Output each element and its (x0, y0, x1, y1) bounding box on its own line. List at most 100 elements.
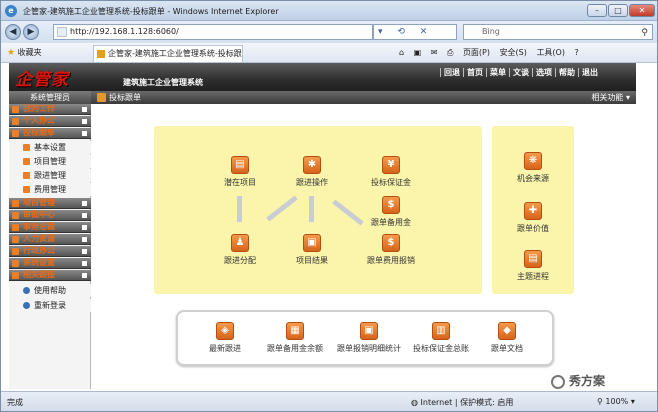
app-logo: 企管家 (15, 70, 69, 90)
sidebar-group-approval[interactable]: 审批中心 (9, 210, 91, 221)
user-icon (23, 302, 30, 309)
main-content: ▤ 潜在项目 ✱ 跟进操作 ¥ 投标保证金 $ 跟单备用金 ♟ 跟进分配 ▣ 项目结果 $ 跟… (92, 104, 636, 389)
flow-node-assignment[interactable]: ♟ 跟进分配 (205, 234, 275, 266)
minimize-button[interactable]: – (587, 4, 607, 17)
sidebar-group-projects[interactable]: 项目管理 (9, 198, 91, 209)
latest-icon: ◈ (216, 322, 234, 340)
side-node-theme-progress[interactable]: ▤ 主题进程 (498, 250, 568, 282)
status-text: 完成 (7, 398, 23, 407)
node-label: 跟进分配 (224, 256, 256, 265)
feeds-icon[interactable]: ▣ (414, 48, 422, 57)
mail-icon[interactable]: ✉ (431, 48, 438, 57)
sidebar-group-label: 我的工作 (23, 104, 55, 113)
sidebar-group-system[interactable]: 系统设置 (9, 258, 91, 269)
menu-options[interactable]: 选项 (532, 68, 555, 77)
expand-icon (82, 261, 87, 266)
sidebar-group-affairs[interactable]: 事务总裁 (9, 222, 91, 233)
watermark: 秀方案 (551, 372, 605, 389)
flow-node-potential-project[interactable]: ▤ 潜在项目 (205, 156, 275, 188)
item-icon (23, 144, 30, 151)
refresh-stop-icons[interactable]: ▾ ⟲ ✕ (373, 24, 457, 40)
sidebar-group-bidding[interactable]: 投标跟单 (9, 128, 91, 139)
folder-icon (12, 212, 19, 219)
report-reserve-balance[interactable]: ▦ 跟单备用金余额 (260, 322, 330, 354)
report-deposit-ledger[interactable]: ▥ 投标保证金总账 (406, 322, 476, 354)
sidebar-item-follow-up[interactable]: 跟进管理 (9, 169, 91, 182)
maximize-button[interactable]: □ (608, 4, 628, 17)
page-menu[interactable]: 页面(P) (463, 48, 490, 57)
source-icon: ❋ (524, 152, 542, 170)
menu-help[interactable]: 帮助 (555, 68, 578, 77)
item-icon (23, 172, 30, 179)
search-icon[interactable]: ⚲ (641, 26, 648, 40)
zoom-control[interactable]: ⚲ 100% ▾ (597, 397, 635, 406)
sidebar-group-hr[interactable]: 人力资源 (9, 234, 91, 245)
flow-node-expense-claim[interactable]: $ 跟单费用报销 (356, 234, 426, 266)
back-button[interactable]: ◀ (5, 24, 21, 40)
money-icon: ¥ (382, 156, 400, 174)
help-icon (23, 287, 30, 294)
sidebar-group-label: 项目管理 (23, 198, 55, 207)
sidebar-group-label: 投标跟单 (23, 128, 55, 137)
sidebar-link-help[interactable]: 使用帮助 (9, 284, 91, 297)
favorites-button[interactable]: ★ 收藏夹 (7, 47, 42, 58)
stack-icon: ◆ (498, 322, 516, 340)
expand-icon (82, 201, 87, 206)
app-header: 企管家 建筑施工企业管理系统 回退 首页 菜单 文谈 选项 帮助 退出 (9, 63, 636, 91)
arrow-down (237, 196, 242, 222)
report-documents[interactable]: ◆ 跟单文档 (472, 322, 542, 354)
menu-chat[interactable]: 文谈 (509, 68, 532, 77)
close-button[interactable]: ✕ (629, 4, 655, 17)
window-title: 企管家-建筑施工企业管理系统-投标跟单 - Windows Internet E… (23, 7, 279, 16)
sidebar-item-expenses[interactable]: 费用管理 (9, 183, 91, 196)
node-label: 跟单备用金 (371, 218, 411, 227)
menu-exit[interactable]: 退出 (578, 68, 601, 77)
sidebar-group-personal[interactable]: 个人办公 (9, 116, 91, 127)
browser-tab[interactable]: 企管家-建筑施工企业管理系统-投标跟单 (93, 45, 243, 73)
node-label: 跟单价值 (517, 224, 549, 233)
side-node-opportunity-source[interactable]: ❋ 机会来源 (498, 152, 568, 184)
arrow-diagonal (266, 195, 298, 222)
sidebar-group-links[interactable]: 相关链接 (9, 270, 91, 281)
node-label: 机会来源 (517, 174, 549, 183)
sidebar-item-label: 使用帮助 (34, 286, 66, 295)
expand-icon (82, 249, 87, 254)
zoom-level: 100% (605, 397, 629, 406)
sidebar-link-relogin[interactable]: 重新登录 (9, 299, 91, 312)
folder-icon (12, 236, 19, 243)
search-input[interactable]: Bing ⚲ (463, 24, 653, 40)
menu-back[interactable]: 回退 (440, 68, 463, 77)
related-functions-menu[interactable]: 相关功能 ▾ (591, 91, 630, 104)
document-icon: ▤ (524, 250, 542, 268)
document-icon: ▤ (231, 156, 249, 174)
sidebar-group-label: 行政办公 (23, 246, 55, 255)
sidebar-item-basic-settings[interactable]: 基本设置 (9, 141, 91, 154)
folder-icon (12, 224, 19, 231)
sidebar-group-my-work[interactable]: 我的工作 (9, 104, 91, 115)
report-latest-follow-up[interactable]: ◈ 最新跟进 (190, 322, 260, 354)
home-icon[interactable]: ⌂ (399, 48, 404, 57)
menu-home[interactable]: 首页 (463, 68, 486, 77)
tools-menu[interactable]: 工具(O) (536, 48, 565, 57)
forward-button[interactable]: ▶ (23, 24, 39, 40)
sidebar-title: 系统管理员 (9, 91, 91, 104)
sidebar-group-admin[interactable]: 行政办公 (9, 246, 91, 257)
node-label: 项目结果 (296, 256, 328, 265)
flow-node-reserve-fund[interactable]: $ 跟单备用金 (356, 196, 426, 228)
print-icon[interactable]: ⎙ (447, 48, 453, 57)
menu-menu[interactable]: 菜单 (486, 68, 509, 77)
help-menu[interactable]: ? (575, 48, 579, 57)
report-expense-statistics[interactable]: ▣ 跟单报销明细统计 (334, 322, 404, 354)
flow-node-project-result[interactable]: ▣ 项目结果 (277, 234, 347, 266)
sidebar-item-label: 基本设置 (34, 143, 66, 152)
url-input[interactable]: http://192.168.1.128:6060/ (53, 24, 373, 40)
collapse-icon (82, 273, 87, 278)
safety-menu[interactable]: 安全(S) (500, 48, 527, 57)
sidebar-item-project-management[interactable]: 项目管理 (9, 155, 91, 168)
flow-node-bid-deposit[interactable]: ¥ 投标保证金 (356, 156, 426, 188)
flow-node-follow-up[interactable]: ✱ 跟进操作 (277, 156, 347, 188)
expand-icon (82, 119, 87, 124)
side-node-order-value[interactable]: ✚ 跟单价值 (498, 202, 568, 234)
ie-icon: e (5, 5, 17, 17)
flow-panel: ▤ 潜在项目 ✱ 跟进操作 ¥ 投标保证金 $ 跟单备用金 ♟ 跟进分配 ▣ 项目结果 $ 跟… (154, 126, 482, 294)
